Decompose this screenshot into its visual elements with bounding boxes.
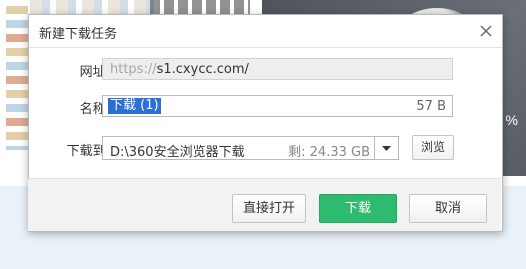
dialog-titlebar: 新建下载任务	[29, 15, 502, 48]
caret-down-icon	[382, 146, 391, 151]
url-field: https://s1.cxycc.com/	[102, 58, 453, 80]
save-path-value: D:\360安全浏览器下载	[110, 145, 245, 160]
file-name-value: 下载 (1)	[108, 98, 161, 114]
open-directly-button[interactable]: 直接打开	[232, 194, 306, 223]
background-image-strip	[6, 0, 28, 150]
save-path-dropdown-button[interactable]	[374, 137, 398, 159]
cancel-button[interactable]: 取消	[409, 194, 487, 223]
dialog-title: 新建下载任务	[39, 27, 118, 42]
browse-button[interactable]: 浏览	[412, 135, 454, 160]
background-percent-text: %	[505, 112, 518, 128]
url-prefix: https://	[110, 62, 157, 77]
url-domain: s1.cxycc.com/	[156, 62, 249, 77]
url-value: https://s1.cxycc.com/	[110, 62, 249, 77]
file-size: 57 B	[416, 99, 446, 114]
free-space: 剩: 24.33 GB	[288, 145, 370, 160]
close-button[interactable]	[476, 21, 496, 41]
download-button[interactable]: 下载	[319, 194, 397, 223]
file-name-input[interactable]: 下载 (1) 57 B	[102, 95, 453, 117]
save-path-field[interactable]: D:\360安全浏览器下载 剩: 24.33 GB	[102, 136, 399, 160]
close-icon	[480, 25, 492, 37]
